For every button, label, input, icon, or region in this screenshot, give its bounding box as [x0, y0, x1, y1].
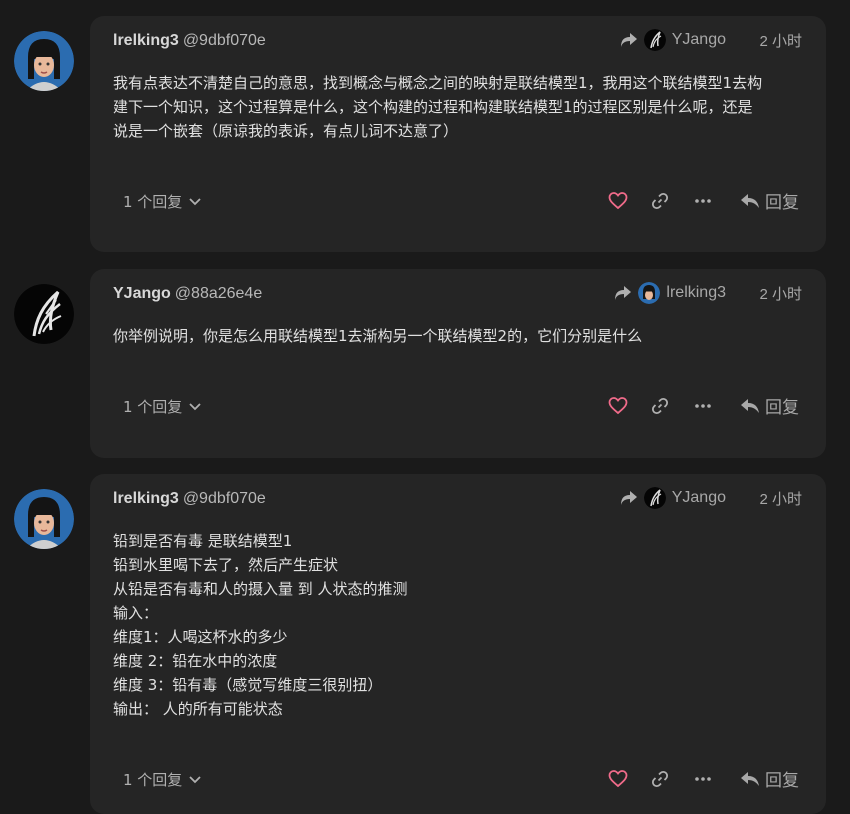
user-avatar[interactable]: [14, 31, 74, 91]
content-line: 铅到是否有毒 是联结模型1: [113, 532, 293, 550]
reply-button[interactable]: 回复: [740, 188, 799, 213]
content-line: 维度 3：铅有毒（感觉写维度三很别扭）: [113, 676, 383, 694]
comment-card: lrelking3 @9dbf070e YJango 2 小时 铅到是否有毒 是联…: [90, 474, 826, 814]
comment-content: 铅到是否有毒 是联结模型1 铅到水里喝下去了，然后产生症状 从铅是否有毒和人的摄…: [113, 529, 813, 721]
share-arrow-icon: [620, 33, 637, 47]
user-avatar[interactable]: [14, 489, 74, 549]
timestamp: 2 小时: [759, 33, 802, 50]
reply-to-username[interactable]: YJango: [672, 31, 726, 49]
replies-toggle[interactable]: 1 个回复: [123, 396, 202, 417]
replies-count: 1 个回复: [123, 193, 183, 211]
comment-card: YJango @88a26e4e lrelking3 2 小时 你举例说明，你是怎…: [90, 269, 826, 458]
chevron-down-icon: [189, 775, 201, 783]
chevron-down-icon: [189, 197, 201, 205]
reply-to[interactable]: YJango: [620, 487, 726, 509]
reply-to[interactable]: YJango: [620, 29, 726, 51]
link-icon[interactable]: [650, 769, 670, 789]
reply-icon: [741, 771, 759, 786]
timestamp: 2 小时: [759, 491, 802, 508]
heart-icon[interactable]: [608, 769, 628, 789]
reply-label: 回复: [765, 771, 799, 791]
reply-label: 回复: [765, 398, 799, 418]
reply-icon: [741, 398, 759, 413]
heart-icon[interactable]: [608, 396, 628, 416]
reply-to[interactable]: lrelking3: [614, 282, 726, 304]
reply-icon: [741, 193, 759, 208]
content-line: 我有点表达不清楚自己的意思，找到概念与概念之间的映射是联结模型1，我用这个联结模…: [113, 74, 763, 92]
reply-to-avatar: [643, 487, 666, 509]
replies-count: 1 个回复: [123, 398, 183, 416]
reply-to-username[interactable]: lrelking3: [666, 284, 726, 302]
comment-card: lrelking3 @9dbf070e YJango 2 小时 我有点表达不清楚自…: [90, 16, 826, 252]
content-line: 建下一个知识，这个过程算是什么，这个构建的过程和构建联结模型1的过程区别是什么呢…: [113, 98, 753, 116]
share-arrow-icon: [615, 286, 632, 300]
heart-icon[interactable]: [608, 191, 628, 211]
reply-to-avatar: [638, 282, 661, 304]
comment-header: YJango @88a26e4e: [113, 284, 262, 303]
username[interactable]: lrelking3: [113, 32, 179, 49]
more-dots-icon[interactable]: [693, 769, 713, 789]
content-line: 你举例说明，你是怎么用联结模型1去渐构另一个联结模型2的，它们分别是什么: [113, 327, 643, 345]
more-dots-icon[interactable]: [693, 396, 713, 416]
comment-content: 我有点表达不清楚自己的意思，找到概念与概念之间的映射是联结模型1，我用这个联结模…: [113, 71, 813, 143]
replies-toggle[interactable]: 1 个回复: [123, 191, 202, 212]
reply-to-username[interactable]: YJango: [672, 489, 726, 507]
user-avatar[interactable]: [14, 284, 74, 344]
comment-header: lrelking3 @9dbf070e: [113, 489, 266, 508]
content-line: 维度 2：铅在水中的浓度: [113, 652, 278, 670]
user-handle[interactable]: @9dbf070e: [183, 490, 266, 507]
reply-button[interactable]: 回复: [740, 393, 799, 418]
comment-actions: 1 个回复 回复: [90, 765, 826, 795]
timestamp: 2 小时: [759, 286, 802, 303]
comment-content: 你举例说明，你是怎么用联结模型1去渐构另一个联结模型2的，它们分别是什么: [113, 324, 813, 348]
more-dots-icon[interactable]: [693, 191, 713, 211]
content-line: 从铅是否有毒和人的摄入量 到 人状态的推测: [113, 580, 408, 598]
username[interactable]: YJango: [113, 285, 171, 302]
comment-actions: 1 个回复 回复: [90, 392, 826, 422]
user-handle[interactable]: @9dbf070e: [183, 32, 266, 49]
reply-to-avatar: [643, 29, 666, 51]
content-line: 输出： 人的所有可能状态: [113, 700, 283, 718]
content-line: 维度1：人喝这杯水的多少: [113, 628, 288, 646]
link-icon[interactable]: [650, 191, 670, 211]
content-line: 输入：: [113, 604, 159, 622]
content-line: 说是一个嵌套（原谅我的表诉，有点儿词不达意了）: [113, 122, 459, 140]
content-line: 铅到水里喝下去了，然后产生症状: [113, 556, 339, 574]
reply-button[interactable]: 回复: [740, 766, 799, 791]
reply-label: 回复: [765, 193, 799, 213]
chevron-down-icon: [189, 402, 201, 410]
comment-actions: 1 个回复 回复: [90, 187, 826, 217]
user-handle[interactable]: @88a26e4e: [175, 285, 262, 302]
share-arrow-icon: [620, 491, 637, 505]
link-icon[interactable]: [650, 396, 670, 416]
comment-header: lrelking3 @9dbf070e: [113, 31, 266, 50]
username[interactable]: lrelking3: [113, 490, 179, 507]
